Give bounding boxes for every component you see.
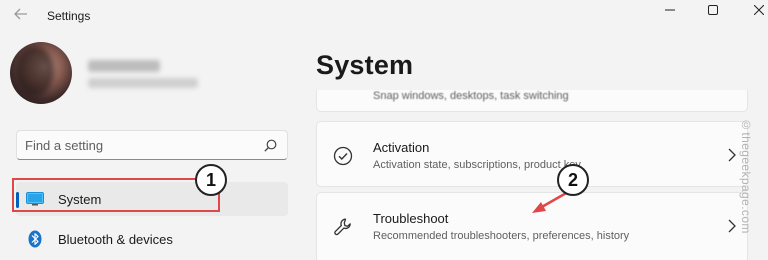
monitor-icon	[26, 192, 44, 206]
sidebar-item-label: System	[58, 192, 102, 207]
minimize-icon	[665, 9, 675, 11]
sidebar-item-label: Bluetooth & devices	[58, 232, 173, 247]
settings-card-activation[interactable]: Activation Activation state, subscriptio…	[316, 121, 748, 187]
bluetooth-icon	[28, 230, 42, 248]
minimize-button[interactable]	[647, 0, 693, 20]
sidebar-item-bluetooth[interactable]: Bluetooth & devices	[16, 222, 288, 256]
back-button[interactable]	[10, 6, 32, 26]
card-title: Activation	[373, 140, 430, 155]
chevron-right-icon	[728, 219, 736, 233]
step-badge-1: 1	[195, 164, 227, 196]
chevron-right-icon	[728, 148, 736, 162]
maximize-icon	[708, 5, 718, 15]
maximize-button[interactable]	[690, 0, 736, 20]
step-badge-2: 2	[557, 164, 589, 196]
card-subtitle: Activation state, subscriptions, product…	[373, 159, 581, 171]
settings-card-troubleshoot[interactable]: Troubleshoot Recommended troubleshooters…	[316, 192, 748, 260]
user-email-blurred	[88, 78, 198, 88]
avatar[interactable]	[10, 42, 72, 104]
close-icon	[754, 5, 764, 15]
card-subtitle: Snap windows, desktops, task switching	[373, 90, 569, 102]
sidebar-item-system[interactable]: System	[16, 182, 288, 216]
card-title: Troubleshoot	[373, 211, 449, 226]
user-name-blurred	[88, 60, 160, 72]
checkmark-circle-icon	[333, 146, 353, 166]
close-button[interactable]	[736, 0, 768, 20]
search-box[interactable]	[16, 130, 288, 160]
app-title: Settings	[47, 9, 91, 23]
title-bar: Settings	[0, 0, 768, 32]
card-subtitle: Recommended troubleshooters, preferences…	[373, 230, 630, 242]
arrow-left-icon	[14, 8, 27, 20]
watermark: ©thegeekpage.com	[739, 118, 753, 234]
selection-indicator	[16, 192, 19, 208]
search-icon[interactable]	[264, 139, 277, 152]
wrench-icon	[334, 218, 351, 236]
search-input[interactable]	[25, 136, 255, 154]
settings-card-partial[interactable]: Snap windows, desktops, task switching	[316, 90, 748, 112]
page-title: System	[316, 50, 414, 80]
